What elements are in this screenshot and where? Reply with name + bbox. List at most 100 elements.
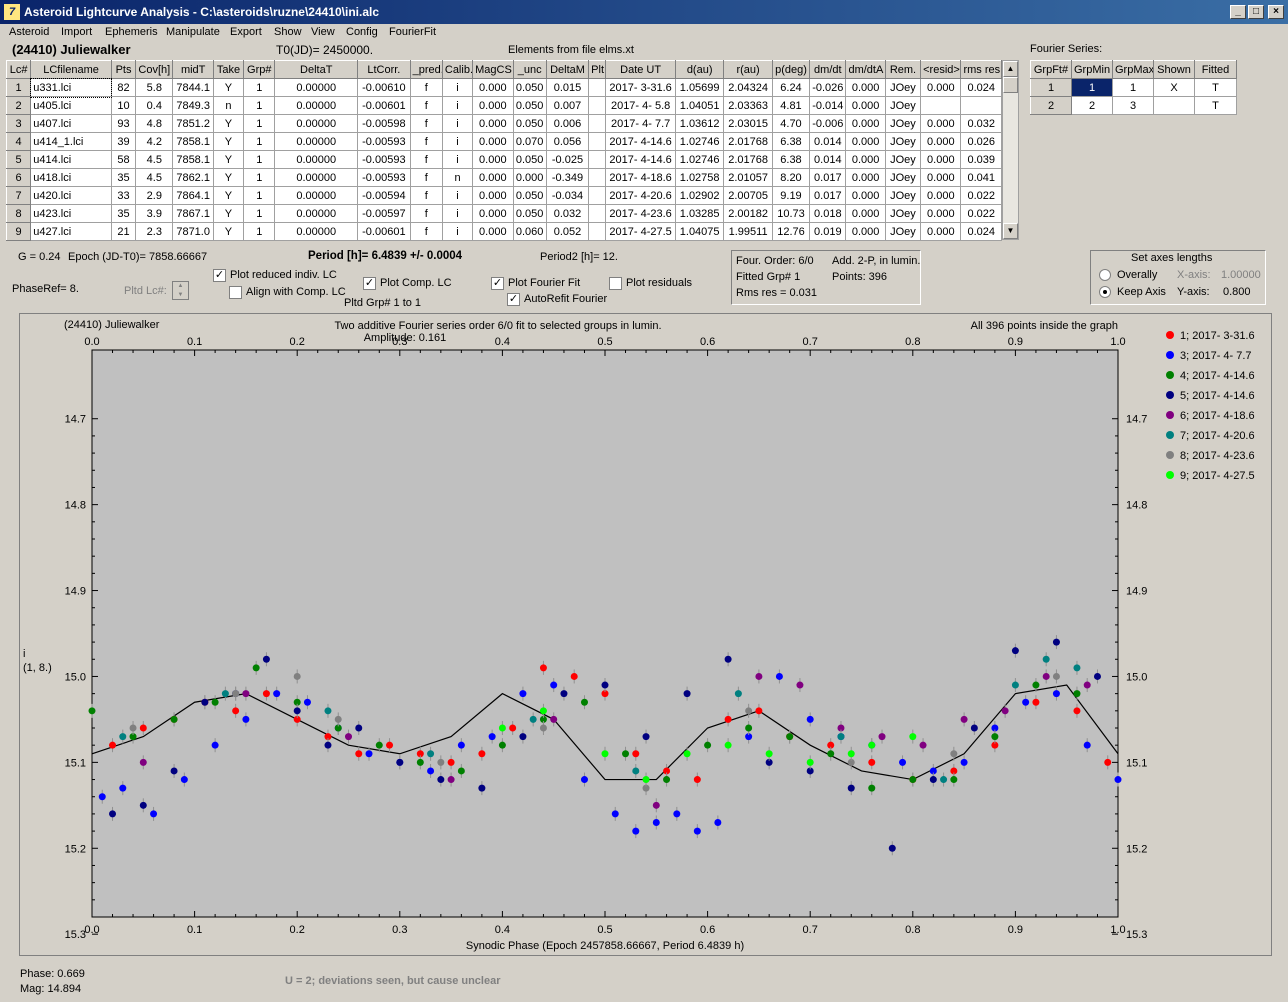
menu-asteroid[interactable]: Asteroid	[9, 26, 49, 38]
table-cell[interactable]: 0.000	[920, 78, 962, 97]
table-row[interactable]: 3 u407.lci 93 4.8 7851.2 Y 1 0.00000 -0.00598 f i 0…	[5, 114, 1002, 133]
table-cell[interactable]: 3	[5, 114, 32, 133]
table-cell[interactable]: 0.050	[512, 150, 547, 169]
table-cell[interactable]: 1	[243, 96, 276, 115]
table-cell[interactable]: 1	[243, 78, 276, 97]
fourier-cell[interactable]: 1	[1030, 78, 1072, 97]
table-cell[interactable]: 6.38	[771, 132, 811, 151]
table-cell[interactable]: Y	[212, 132, 245, 151]
table-cell[interactable]: 1.02746	[674, 132, 725, 151]
table-cell[interactable]: 4.2	[135, 132, 174, 151]
table-cell[interactable]	[588, 114, 607, 133]
table-cell[interactable]: 2.01057	[723, 168, 773, 187]
table-cell[interactable]: 2017- 4- 7.7	[605, 114, 676, 133]
table-cell[interactable]: u414.lci	[30, 150, 112, 169]
table-cell[interactable]: 2017- 4-27.5	[605, 222, 676, 241]
table-cell[interactable]: 0.050	[512, 204, 547, 223]
column-header[interactable]: Shown	[1153, 60, 1195, 79]
table-cell[interactable]: 0.017	[809, 186, 847, 205]
plot-residuals-checkbox[interactable]	[609, 277, 622, 290]
table-cell[interactable]: f	[409, 78, 443, 97]
overally-radio[interactable]	[1099, 269, 1111, 281]
table-cell[interactable]	[588, 168, 607, 187]
table-cell[interactable]: 0.000	[472, 168, 514, 187]
table-cell[interactable]: 7871.0	[172, 222, 214, 241]
table-cell[interactable]: 7851.2	[172, 114, 214, 133]
table-cell[interactable]: 39	[110, 132, 137, 151]
table-cell[interactable]: 0.000	[845, 132, 886, 151]
table-cell[interactable]: 1	[243, 114, 276, 133]
table-cell[interactable]: 9.19	[771, 186, 811, 205]
table-scrollbar[interactable]: ▲ ▼	[1002, 60, 1019, 240]
table-cell[interactable]: -0.00598	[357, 114, 411, 133]
table-cell[interactable]: 1	[243, 186, 276, 205]
scroll-thumb[interactable]	[1003, 77, 1018, 93]
menu-config[interactable]: Config	[346, 26, 378, 38]
table-cell[interactable]: 21	[110, 222, 137, 241]
fourier-series-table[interactable]: GrpFt# GrpMin GrpMax Shown Fitted 1 1 1 X T 2 2 3 T	[1030, 60, 1237, 115]
fourier-cell[interactable]: 1	[1112, 78, 1154, 97]
table-cell[interactable]: 7844.1	[172, 78, 214, 97]
menu-manipulate[interactable]: Manipulate	[166, 26, 220, 38]
table-cell[interactable]: 2017- 4-14.6	[605, 132, 676, 151]
table-cell[interactable]: 82	[110, 78, 137, 97]
table-cell[interactable]: 0.000	[920, 186, 962, 205]
column-header[interactable]: Cov[h]	[135, 60, 174, 79]
table-cell[interactable]: JOey	[884, 132, 922, 151]
pltd-lc-spinner[interactable]: ▲ ▼	[172, 281, 189, 300]
column-header[interactable]: MagCS	[472, 60, 514, 79]
table-cell[interactable]: u420.lci	[30, 186, 112, 205]
table-cell[interactable]: i	[441, 186, 474, 205]
table-cell[interactable]: 0.000	[920, 222, 962, 241]
table-row[interactable]: 4 u414_1.lci 39 4.2 7858.1 Y 1 0.00000 -0.00593 f…	[5, 132, 1002, 151]
table-cell[interactable]: 0.000	[472, 150, 514, 169]
table-cell[interactable]: 35	[110, 204, 137, 223]
column-header[interactable]: DeltaT	[274, 60, 359, 79]
table-cell[interactable]: 1	[5, 78, 32, 97]
table-cell[interactable]: 2017- 3-31.6	[605, 78, 676, 97]
table-cell[interactable]	[588, 222, 607, 241]
table-cell[interactable]: 0.00000	[274, 186, 359, 205]
table-cell[interactable]: JOey	[884, 204, 922, 223]
table-cell[interactable]: 0.000	[845, 204, 886, 223]
table-cell[interactable]: 9	[5, 222, 32, 241]
column-header[interactable]: Calib.	[441, 60, 474, 79]
table-cell[interactable]: 2.9	[135, 186, 174, 205]
table-cell[interactable]: 0.000	[845, 168, 886, 187]
table-cell[interactable]: 0.050	[512, 114, 547, 133]
table-cell[interactable]: 2.04324	[723, 78, 773, 97]
column-header[interactable]: GrpFt#	[1030, 60, 1072, 79]
table-cell[interactable]: 0.000	[472, 204, 514, 223]
table-cell[interactable]: 0.032	[545, 204, 590, 223]
table-cell[interactable]: 2.01768	[723, 150, 773, 169]
table-cell[interactable]: 0.000	[845, 78, 886, 97]
table-cell[interactable]: i	[441, 204, 474, 223]
table-cell[interactable]: u331.lci	[29, 77, 113, 98]
table-cell[interactable]: 0.018	[809, 204, 847, 223]
table-cell[interactable]: Y	[212, 78, 245, 97]
column-header[interactable]: Lc#	[5, 60, 32, 79]
keep-axis-radio[interactable]	[1099, 286, 1111, 298]
table-cell[interactable]: -0.00594	[357, 186, 411, 205]
fourier-cell[interactable]: 2	[1030, 96, 1072, 115]
table-cell[interactable]: -0.034	[545, 186, 590, 205]
table-cell[interactable]: 0.000	[920, 132, 962, 151]
autorefit-checkbox[interactable]: ✓	[507, 293, 520, 306]
table-cell[interactable]: -0.025	[545, 150, 590, 169]
table-cell[interactable]: 2.03363	[723, 96, 773, 115]
table-cell[interactable]: JOey	[884, 222, 922, 241]
table-cell[interactable]: 0.007	[545, 96, 590, 115]
align-comp-checkbox[interactable]	[229, 286, 242, 299]
table-cell[interactable]: 7	[5, 186, 32, 205]
table-cell[interactable]: 33	[110, 186, 137, 205]
column-header[interactable]: <resid>	[920, 60, 962, 79]
column-header[interactable]: Plt	[588, 60, 607, 79]
table-cell[interactable]: 1.99511	[723, 222, 773, 241]
table-cell[interactable]: f	[409, 186, 443, 205]
table-cell[interactable]: 6	[5, 168, 32, 187]
table-cell[interactable]: 1	[243, 204, 276, 223]
column-header[interactable]: midT	[172, 60, 214, 79]
column-header[interactable]: DeltaM	[545, 60, 590, 79]
table-cell[interactable]	[588, 132, 607, 151]
x-axis-value[interactable]: 1.00000	[1221, 269, 1261, 281]
